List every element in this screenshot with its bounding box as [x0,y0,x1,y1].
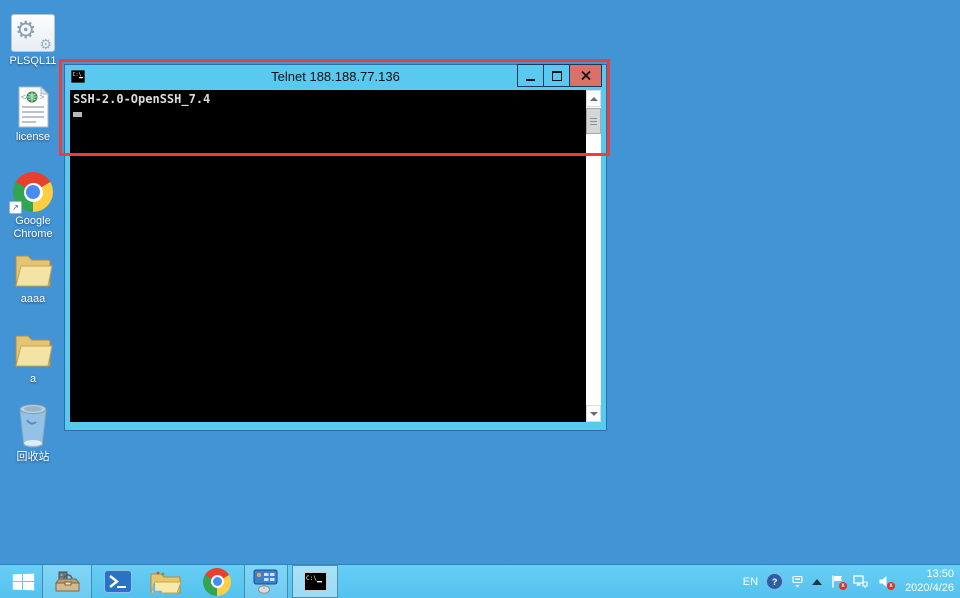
scrollbar-grip-icon [590,117,597,125]
desktop: ⚙ ⚙ PLSQL11 < > license ↗ Google Chrome … [0,0,960,598]
license-document-icon: < > [4,84,62,128]
terminal-cursor [73,112,82,117]
recycle-bin-icon [4,404,62,448]
ime-help-icon[interactable]: ? [766,573,784,590]
powershell-icon [104,570,132,593]
file-explorer-icon [149,571,181,594]
scroll-up-button[interactable] [586,90,601,107]
svg-text:C:\: C:\ [306,575,317,582]
show-hidden-icons-button[interactable] [812,578,823,585]
svg-text:<: < [21,92,26,102]
start-button[interactable] [6,565,40,598]
taskbar-item-powershell[interactable] [100,565,136,598]
terminal-text: SSH-2.0-OpenSSH_7.4 [73,92,211,106]
terminal-output[interactable]: SSH-2.0-OpenSSH_7.4 [70,90,586,422]
taskbar: C:\ EN ? x x 13:50 2020/4/26 [0,564,960,598]
maximize-icon [551,70,562,81]
folder-icon [4,326,62,370]
clock-time: 13:50 [926,567,954,580]
windows-logo-icon [12,573,35,590]
desktop-icon-label: a [29,373,37,385]
volume-icon[interactable]: x [878,574,896,590]
action-center-flag-icon[interactable]: x [830,574,848,590]
network-icon[interactable] [853,574,870,589]
desktop-icon-license[interactable]: < > license [4,84,62,144]
desktop-icon-label: PLSQL11 [9,55,57,67]
svg-text:>: > [39,92,44,102]
chevron-up-icon [589,96,598,101]
desktop-icon-label: aaaa [20,293,46,305]
desktop-icon-label: 回收站 [16,451,50,463]
plsql-icon: ⚙ ⚙ [4,8,62,52]
taskbar-clock[interactable]: 13:50 2020/4/26 [905,568,954,596]
window-controls [517,64,602,87]
language-indicator[interactable]: EN [743,576,758,588]
server-manager-icon [54,571,80,591]
maximize-button[interactable] [543,64,570,87]
scrollbar-thumb[interactable] [586,108,601,134]
window-titlebar[interactable]: C:\ Telnet 188.188.77.136 [65,64,606,90]
taskbar-item-file-explorer[interactable] [146,565,184,598]
desktop-icon-chrome[interactable]: ↗ Google Chrome [4,168,62,240]
error-badge: x [839,582,848,590]
remote-desktop-icon [253,569,278,594]
system-tray: EN ? x x 13:50 2020/4/26 [743,565,954,598]
ime-keyboard-icon[interactable] [791,575,804,589]
minimize-button[interactable] [517,64,544,87]
folder-icon [4,246,62,290]
desktop-icon-recycle-bin[interactable]: 回收站 [4,404,62,464]
taskbar-item-cmd[interactable]: C:\ [292,565,338,598]
taskbar-item-chrome[interactable] [198,565,236,598]
clock-date: 2020/4/26 [905,581,954,594]
desktop-icon-plsql11[interactable]: ⚙ ⚙ PLSQL11 [4,8,62,68]
telnet-window: C:\ Telnet 188.188.77.136 SSH-2.0-OpenSS… [64,64,607,431]
close-button[interactable] [569,64,602,87]
shortcut-arrow-icon: ↗ [9,201,22,214]
desktop-icon-folder-a[interactable]: a [4,326,62,386]
chrome-icon [203,567,231,596]
cmd-icon: C:\ [303,572,327,591]
desktop-icon-folder-aaaa[interactable]: aaaa [4,246,62,306]
taskbar-item-server-manager[interactable] [42,565,92,598]
scroll-down-button[interactable] [586,405,601,422]
desktop-icon-label: Google Chrome [13,215,53,240]
minimize-icon [526,79,535,81]
chevron-down-icon [589,411,598,416]
taskbar-item-remote-desktop[interactable] [244,565,288,598]
terminal-scrollbar[interactable] [586,90,601,422]
chrome-icon: ↗ [4,168,62,214]
muted-badge: x [887,582,896,590]
desktop-icon-label: license [15,131,51,143]
close-icon [580,71,591,80]
